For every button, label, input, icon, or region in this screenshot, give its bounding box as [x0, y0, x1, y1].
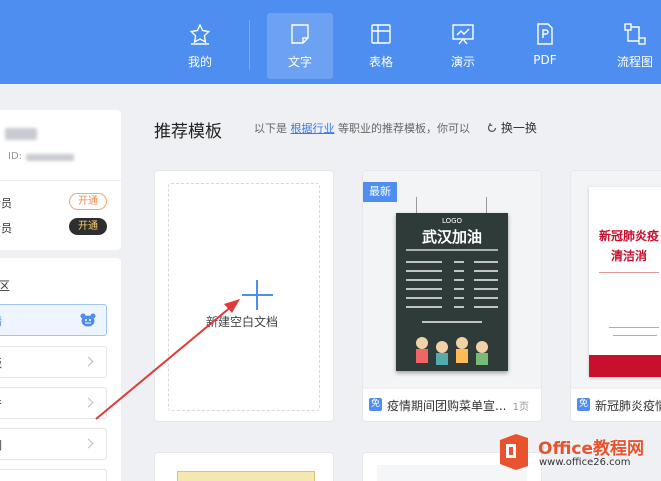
free-badge: 免	[369, 398, 382, 411]
template-card[interactable]: LOGO 武汉加油 最新 免 疫情期间团购菜单宣... 1页	[362, 170, 542, 422]
sidebar-item-print[interactable]: 刷	[0, 428, 107, 460]
illustration-people	[416, 337, 488, 365]
table-icon	[371, 24, 391, 44]
poster-image: LOGO 武汉加油	[396, 213, 508, 371]
new-blank-document-card[interactable]	[154, 170, 334, 422]
sidebar-item-more[interactable]	[0, 469, 107, 481]
recommend-description: 以下是 根据行业 等职业的推荐模板，你可以	[254, 120, 470, 136]
watermark-url: www.office26.com	[539, 457, 631, 468]
poster-title-line1: 新冠肺炎疫	[599, 229, 660, 243]
nav-tab-label: 我的	[187, 55, 212, 69]
user-info-panel: ID: 会员 开通 会员 开通	[0, 110, 121, 250]
category-section-title: 区	[0, 279, 11, 293]
plus-icon-vertical	[256, 280, 258, 310]
refresh-icon	[487, 123, 497, 132]
nav-tab-pdf[interactable]: PDF	[512, 13, 578, 79]
top-navigation-bar: 我的 文字 表格 演示 PDF 流程图	[0, 0, 661, 84]
template-thumbnail: 新冠肺炎疫 清洁消	[571, 171, 661, 389]
chevron-right-icon	[83, 438, 94, 449]
sidebar-item-template[interactable]: 板	[0, 346, 107, 378]
nav-tab-label: 表格	[368, 55, 393, 69]
sidebar-item-epidemic[interactable]: 情	[0, 304, 107, 336]
template-thumbnail: LOGO 武汉加油	[363, 171, 541, 389]
membership-label: 会员	[0, 197, 12, 210]
poster-logo-text: LOGO	[441, 217, 463, 225]
watermark-title: Office教程网	[538, 439, 645, 459]
mascot-icon	[80, 313, 96, 327]
sidebar-item-product[interactable]: 产	[0, 387, 107, 419]
poster-subtitle-line	[406, 249, 498, 251]
nav-tab-flowchart[interactable]: 流程图	[602, 13, 661, 79]
pdf-icon	[537, 23, 553, 45]
nav-tab-text[interactable]: 文字	[267, 13, 333, 79]
poster-title-line2: 清洁消	[611, 249, 648, 263]
industry-link[interactable]: 根据行业	[291, 122, 335, 135]
membership-label: 会员	[0, 222, 12, 235]
activate-button[interactable]: 开通	[69, 193, 107, 210]
divider	[0, 180, 121, 181]
sidebar-item-label: 板	[0, 355, 2, 371]
user-id-label: ID:	[8, 151, 23, 162]
doc-icon	[291, 24, 309, 44]
nav-tab-mine[interactable]: 我的	[167, 13, 233, 79]
activate-premium-button[interactable]: 开通	[69, 218, 107, 235]
poster-red-base	[589, 355, 661, 377]
site-watermark: Office教程网 www.office26.com	[494, 430, 661, 478]
chevron-right-icon	[83, 356, 94, 367]
template-name: 疫情期间团购菜单宣...	[387, 399, 507, 413]
nav-tab-label: PDF	[533, 53, 557, 67]
office-logo-icon	[500, 434, 528, 470]
sidebar-item-label: 情	[0, 313, 2, 329]
flowchart-icon	[624, 23, 646, 45]
desc-suffix: 等职业的推荐模板，你可以	[338, 122, 470, 135]
template-card-partial[interactable]	[154, 452, 334, 481]
username-blurred	[5, 128, 37, 140]
desc-prefix: 以下是	[254, 122, 287, 135]
sidebar-item-label: 刷	[0, 437, 2, 453]
nav-divider	[249, 20, 250, 70]
poster-image: 新冠肺炎疫 清洁消	[589, 187, 661, 377]
template-card[interactable]: 新冠肺炎疫 清洁消 免 新冠肺炎疫情	[570, 170, 661, 422]
refresh-button[interactable]: 换一换	[487, 119, 537, 136]
nav-tab-label: 流程图	[616, 55, 653, 69]
star-icon	[189, 23, 211, 45]
refresh-label: 换一换	[500, 121, 537, 135]
new-blank-document-label: 新建空白文档	[206, 315, 279, 329]
presentation-icon	[452, 24, 474, 45]
nav-tab-label: 文字	[287, 55, 312, 69]
nav-tab-label: 演示	[450, 55, 475, 69]
dashed-placeholder	[168, 183, 320, 411]
free-badge: 免	[577, 398, 590, 411]
nav-tab-table[interactable]: 表格	[348, 13, 414, 79]
template-footer: 免 新冠肺炎疫情	[571, 387, 661, 421]
chevron-right-icon	[83, 397, 94, 408]
template-footer: 免 疫情期间团购菜单宣... 1页	[363, 387, 541, 421]
template-name: 新冠肺炎疫情	[595, 399, 661, 413]
page-count: 1页	[512, 402, 529, 413]
user-id-blurred	[26, 154, 74, 161]
category-panel: 区 情 板 产 刷	[0, 258, 121, 481]
sidebar-item-label: 产	[0, 396, 2, 412]
nav-tab-presentation[interactable]: 演示	[430, 13, 496, 79]
new-badge: 最新	[363, 182, 397, 202]
page-title: 推荐模板	[154, 122, 222, 142]
poster-title: 武汉加油	[421, 228, 482, 246]
